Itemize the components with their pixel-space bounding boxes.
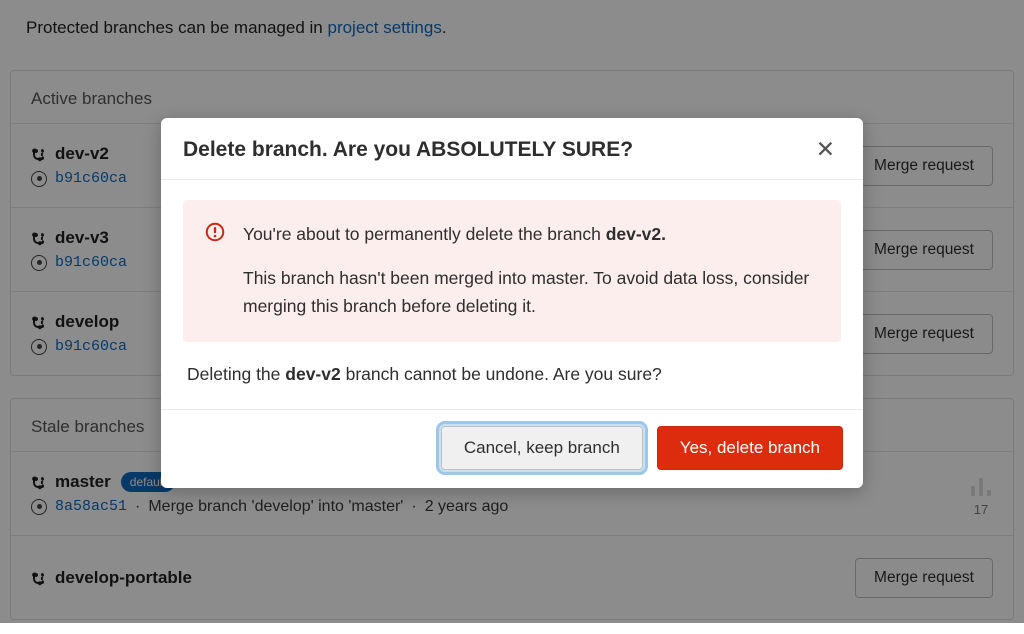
warn-line2: This branch hasn't been merged into mast…: [243, 264, 819, 320]
cancel-button[interactable]: Cancel, keep branch: [441, 426, 643, 470]
confirm-branch: dev-v2: [285, 364, 340, 384]
warning-icon: [205, 222, 225, 242]
confirm-post: branch cannot be undone. Are you sure?: [341, 364, 662, 384]
warning-text: You're about to permanently delete the b…: [243, 220, 819, 320]
confirm-text: Deleting the dev-v2 branch cannot be und…: [183, 342, 841, 403]
delete-button[interactable]: Yes, delete branch: [657, 426, 843, 470]
warn-line1-pre: You're about to permanently delete the b…: [243, 224, 606, 244]
warn-line1-branch: dev-v2.: [606, 224, 666, 244]
warning-box: You're about to permanently delete the b…: [183, 200, 841, 342]
delete-branch-modal: Delete branch. Are you ABSOLUTELY SURE? …: [161, 118, 863, 488]
modal-body: You're about to permanently delete the b…: [161, 180, 863, 409]
modal-overlay[interactable]: Delete branch. Are you ABSOLUTELY SURE? …: [0, 0, 1024, 623]
modal-footer: Cancel, keep branch Yes, delete branch: [161, 409, 863, 488]
modal-header: Delete branch. Are you ABSOLUTELY SURE? …: [161, 118, 863, 180]
modal-title: Delete branch. Are you ABSOLUTELY SURE?: [183, 138, 633, 162]
confirm-pre: Deleting the: [187, 364, 285, 384]
close-icon[interactable]: ✕: [810, 134, 841, 165]
